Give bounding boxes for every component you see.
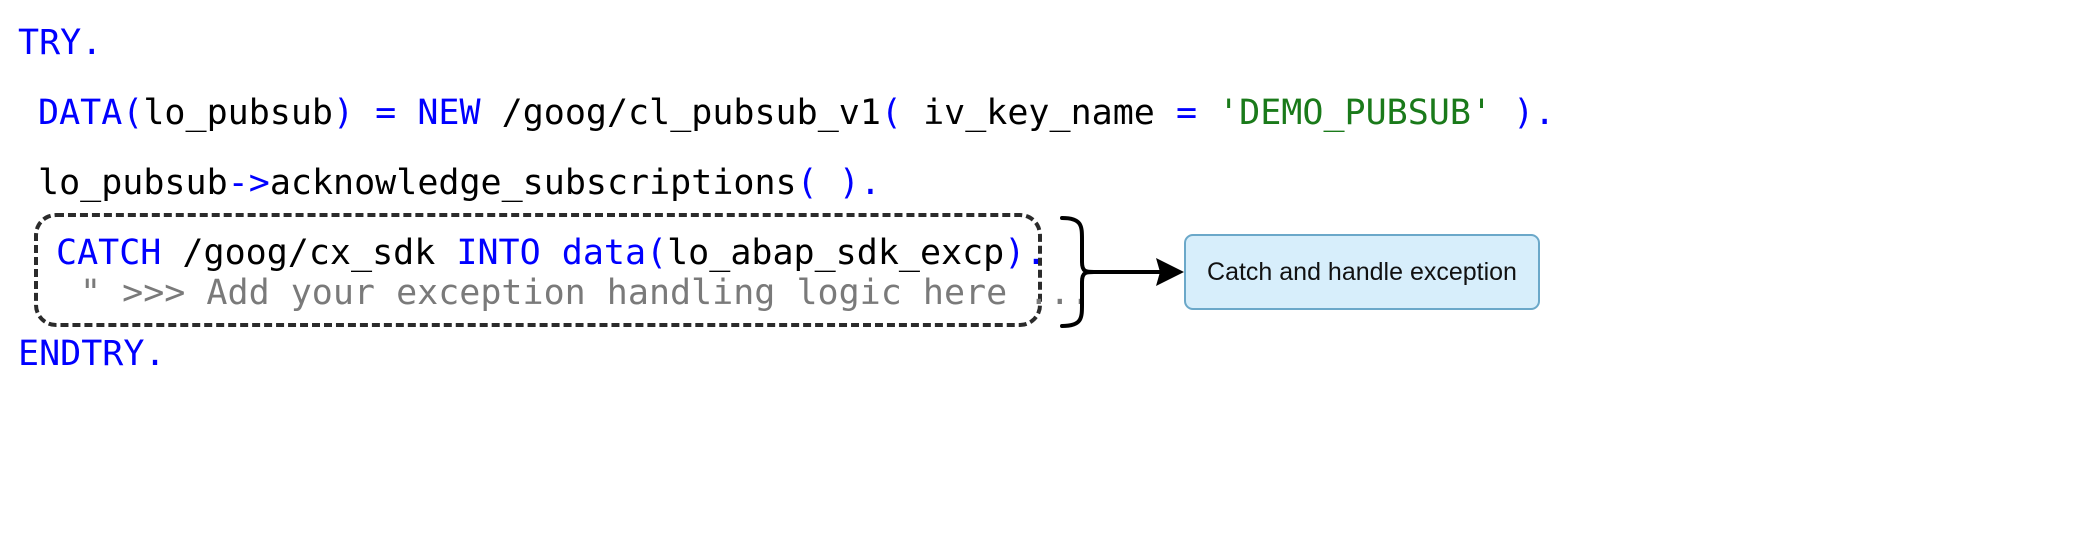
code-token: " >>> Add your exception handling logic … <box>80 273 1092 313</box>
code-token: lo_abap_sdk_excp <box>667 233 1005 273</box>
code-token: ENDTRY <box>18 334 145 374</box>
code-annotation-figure: TRY. DATA(lo_pubsub) = NEW /goog/cl_pubs… <box>0 0 2096 552</box>
callout-box: Catch and handle exception <box>1184 234 1540 310</box>
code-token: ) <box>333 93 355 133</box>
code-token: = <box>375 93 397 133</box>
code-token: ). <box>1513 93 1556 133</box>
code-token: = <box>1175 93 1198 133</box>
code-token: lo_pubsub <box>38 163 228 203</box>
code-token: 'DEMO_PUBSUB' <box>1218 93 1493 133</box>
code-token: CATCH <box>56 233 162 273</box>
code-token: ( <box>880 93 902 133</box>
code-token: . <box>81 23 103 63</box>
callout-label: Catch and handle exception <box>1207 257 1517 286</box>
code-line-endtry: ENDTRY. <box>18 333 166 375</box>
arrow-head-icon <box>1156 258 1184 286</box>
code-line-method-call: lo_pubsub->acknowledge_subscriptions( ). <box>38 162 881 204</box>
code-line-comment: " >>> Add your exception handling logic … <box>80 272 1091 314</box>
code-token: ( ). <box>796 163 881 203</box>
code-token: ). <box>1004 233 1047 273</box>
code-token: lo_pubsub <box>143 93 334 133</box>
code-token: -> <box>227 163 270 203</box>
code-token: NEW <box>417 93 481 133</box>
code-token: data( <box>561 233 668 273</box>
code-token: TRY <box>18 23 82 63</box>
code-line-data-declaration: DATA(lo_pubsub) = NEW /goog/cl_pubsub_v1… <box>38 92 1555 134</box>
code-token: INTO <box>456 233 541 273</box>
code-token: /goog/cx_sdk <box>161 233 457 273</box>
code-token: DATA( <box>38 93 144 133</box>
code-line-catch: CATCH /goog/cx_sdk INTO data(lo_abap_sdk… <box>56 232 1046 274</box>
code-token: iv_key_name <box>902 93 1176 133</box>
code-token: acknowledge_subscriptions <box>269 163 797 203</box>
code-line-try: TRY. <box>18 22 102 64</box>
code-token: . <box>144 334 166 374</box>
code-token: /goog/cl_pubsub_v1 <box>480 93 881 133</box>
